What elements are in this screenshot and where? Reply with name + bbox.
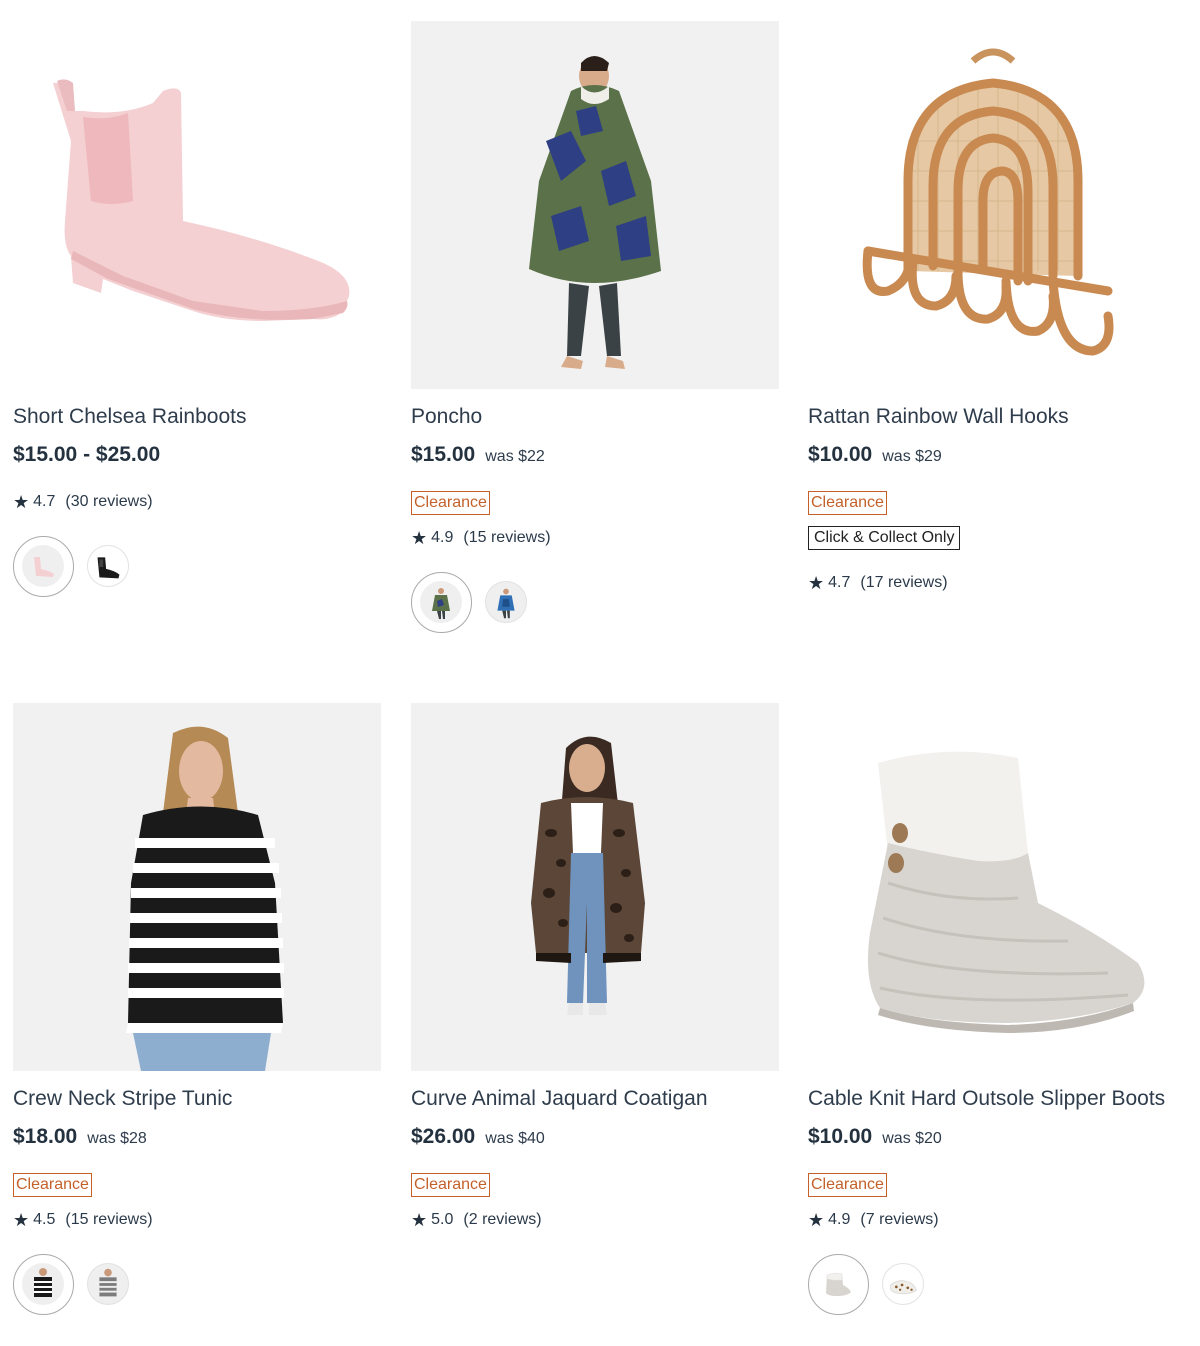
swatch-leopard-slipper[interactable] (882, 1263, 924, 1305)
rating-value: 4.9 (828, 1211, 851, 1228)
product-price: $18.00 (13, 1125, 78, 1148)
product-price: $10.00 (808, 443, 873, 466)
product-price: $15.00 - $25.00 (13, 443, 161, 466)
review-count: (17 reviews) (860, 574, 948, 591)
product-title[interactable]: Curve Animal Jaquard Coatigan (411, 1087, 708, 1111)
product-rating[interactable]: ★ 4.9 (7 reviews) (808, 1211, 939, 1229)
color-swatches (411, 572, 611, 634)
price-row: $18.00 was $28 (13, 1125, 147, 1149)
product-title[interactable]: Cable Knit Hard Outsole Slipper Boots (808, 1087, 1165, 1111)
star-icon: ★ (13, 1210, 30, 1230)
price-row: $10.00 was $29 (808, 443, 942, 467)
review-count: (15 reviews) (463, 529, 551, 546)
clearance-badge: Clearance (13, 1173, 92, 1197)
clearance-badge: Clearance (411, 491, 490, 515)
was-price: was $29 (882, 448, 942, 465)
color-swatches (13, 1254, 213, 1316)
swatch-camo-poncho[interactable] (411, 572, 472, 633)
click-collect-badge: Click & Collect Only (808, 526, 961, 550)
color-swatches (13, 536, 213, 598)
product-rating[interactable]: ★ 4.7 (30 reviews) (13, 493, 153, 511)
product-image-slipper-boot[interactable] (808, 703, 1176, 1071)
review-count: (7 reviews) (860, 1211, 939, 1228)
review-count: (15 reviews) (65, 1211, 153, 1228)
was-price: was $28 (87, 1130, 147, 1147)
star-icon: ★ (411, 528, 428, 548)
review-count: (2 reviews) (463, 1211, 542, 1228)
review-count: (30 reviews) (65, 493, 153, 510)
product-rating[interactable]: ★ 4.7 (17 reviews) (808, 574, 948, 592)
was-price: was $20 (882, 1130, 942, 1147)
price-row: $26.00 was $40 (411, 1125, 545, 1149)
swatch-pink-boot[interactable] (13, 536, 74, 597)
price-row: $15.00 - $25.00 (13, 443, 160, 467)
star-icon: ★ (13, 492, 30, 512)
product-price: $15.00 (411, 443, 476, 466)
swatch-blue-poncho[interactable] (485, 581, 527, 623)
product-price: $10.00 (808, 1125, 873, 1148)
product-rating[interactable]: ★ 4.9 (15 reviews) (411, 529, 551, 547)
was-price: was $22 (485, 448, 545, 465)
swatch-black-stripe[interactable] (13, 1254, 74, 1315)
star-icon: ★ (411, 1210, 428, 1230)
price-row: $15.00 was $22 (411, 443, 545, 467)
product-rating[interactable]: ★ 5.0 (2 reviews) (411, 1211, 542, 1229)
star-icon: ★ (808, 573, 825, 593)
product-image-coatigan[interactable] (411, 703, 779, 1071)
rating-value: 4.7 (828, 574, 851, 591)
rating-value: 4.7 (33, 493, 56, 510)
swatch-black-boot[interactable] (87, 545, 129, 587)
rating-value: 5.0 (431, 1211, 454, 1228)
color-swatches (808, 1254, 1008, 1316)
product-title[interactable]: Rattan Rainbow Wall Hooks (808, 405, 1069, 429)
product-title[interactable]: Short Chelsea Rainboots (13, 405, 246, 429)
product-image-poncho[interactable] (411, 21, 779, 389)
rating-value: 4.5 (33, 1211, 56, 1228)
product-price: $26.00 (411, 1125, 476, 1148)
swatch-grey-slipper[interactable] (808, 1254, 869, 1315)
swatch-grey-stripe[interactable] (87, 1263, 129, 1305)
clearance-badge: Clearance (808, 1173, 887, 1197)
product-title[interactable]: Crew Neck Stripe Tunic (13, 1087, 232, 1111)
clearance-badge: Clearance (411, 1173, 490, 1197)
star-icon: ★ (808, 1210, 825, 1230)
was-price: was $40 (485, 1130, 545, 1147)
clearance-badge: Clearance (808, 491, 887, 515)
product-image-stripe-tunic[interactable] (13, 703, 381, 1071)
rating-value: 4.9 (431, 529, 454, 546)
product-rating[interactable]: ★ 4.5 (15 reviews) (13, 1211, 153, 1229)
product-image-rainboots[interactable] (13, 21, 381, 389)
product-title[interactable]: Poncho (411, 405, 482, 429)
price-row: $10.00 was $20 (808, 1125, 942, 1149)
product-image-wall-hooks[interactable] (808, 21, 1176, 389)
